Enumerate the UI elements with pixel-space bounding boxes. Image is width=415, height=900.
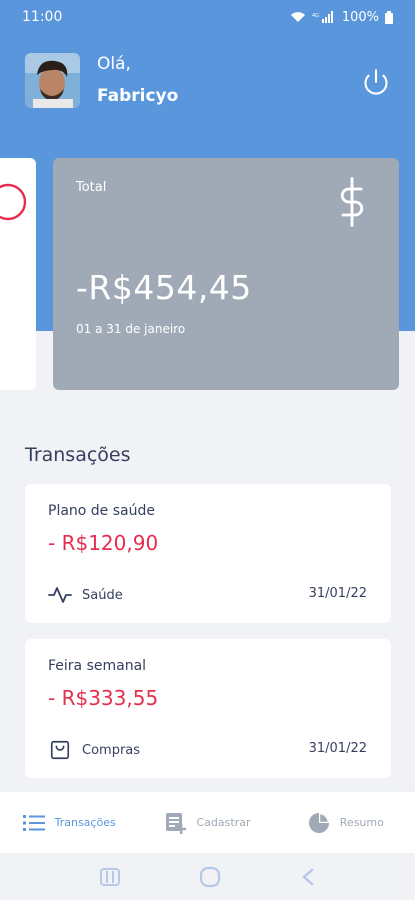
back-icon[interactable]: [301, 868, 315, 886]
add-form-icon: [165, 812, 186, 834]
status-icons: 4G 100%: [290, 10, 393, 25]
signal-icon: 4G: [312, 11, 333, 23]
nav-cadastrar[interactable]: Cadastrar: [138, 812, 276, 834]
transaction-card[interactable]: Plano de saúde - R$120,90 Saúde 31/01/22: [25, 484, 391, 623]
transaction-card[interactable]: Feira semanal - R$333,55 Compras 31/01/2…: [25, 639, 391, 778]
avatar[interactable]: [25, 53, 80, 108]
recent-apps-icon[interactable]: [99, 867, 120, 886]
dollar-icon: [340, 177, 364, 227]
list-icon: [22, 814, 45, 831]
transactions-title: Transações: [25, 444, 131, 466]
transaction-amount: - R$333,55: [48, 686, 159, 710]
transaction-title: Feira semanal: [48, 658, 147, 674]
user-name: Fabricyo: [97, 86, 179, 106]
battery-icon: [385, 10, 393, 24]
transaction-category: Saúde: [48, 583, 123, 607]
greeting-text: Olá,: [97, 54, 131, 74]
logout-button[interactable]: [360, 66, 392, 98]
status-time: 11:00: [22, 9, 63, 25]
activity-icon: [48, 583, 72, 607]
income-icon: [0, 183, 27, 221]
total-period: 01 a 31 de janeiro: [76, 322, 186, 336]
income-card-partial[interactable]: [0, 158, 36, 390]
total-card: Total -R$454,45 01 a 31 de janeiro: [53, 158, 399, 390]
system-navigation: [0, 853, 415, 900]
battery-text: 100%: [341, 9, 379, 25]
transaction-title: Plano de saúde: [48, 503, 155, 519]
shopping-bag-icon: [48, 738, 72, 762]
home-icon[interactable]: [199, 866, 221, 888]
nav-cadastrar-label: Cadastrar: [196, 816, 251, 829]
nav-resumo-label: Resumo: [339, 816, 384, 829]
status-bar: 11:00 4G 100%: [0, 0, 415, 34]
transaction-category: Compras: [48, 738, 140, 762]
transaction-date: 31/01/22: [308, 586, 367, 601]
power-icon: [364, 69, 388, 95]
transaction-date: 31/01/22: [308, 741, 367, 756]
transaction-category-label: Compras: [82, 742, 141, 758]
total-amount: -R$454,45: [76, 268, 252, 307]
total-label: Total: [76, 180, 107, 195]
nav-transacoes[interactable]: Transações: [0, 814, 138, 832]
transaction-category-label: Saúde: [82, 587, 123, 603]
svg-text:4G: 4G: [312, 13, 319, 19]
nav-transacoes-label: Transações: [54, 816, 116, 829]
pie-chart-icon: [308, 812, 329, 833]
bottom-navigation: Transações Cadastrar Resumo: [0, 791, 415, 853]
nav-resumo[interactable]: Resumo: [277, 812, 415, 834]
wifi-icon: [290, 12, 305, 22]
transaction-amount: - R$120,90: [48, 531, 159, 555]
